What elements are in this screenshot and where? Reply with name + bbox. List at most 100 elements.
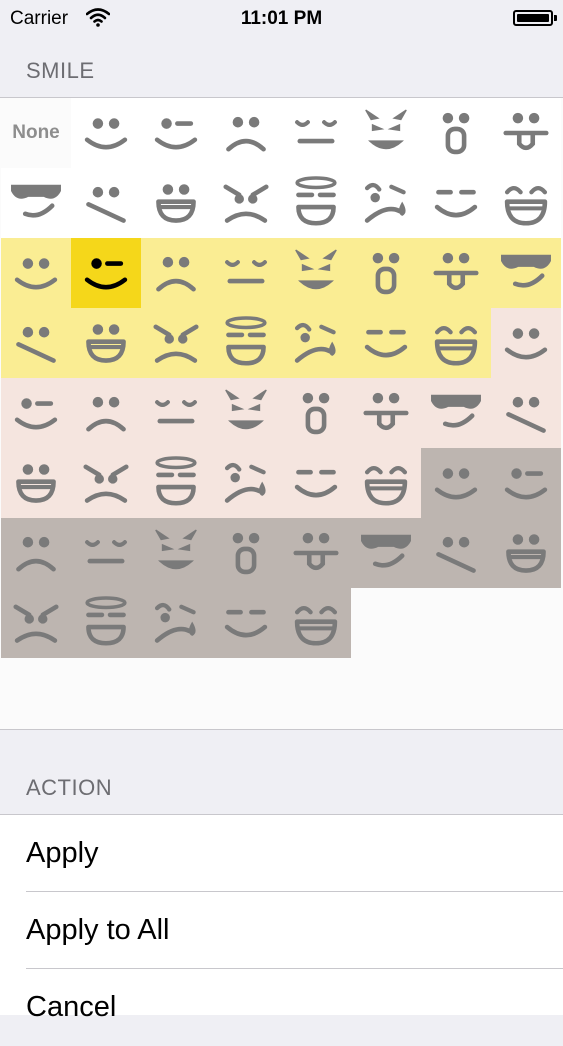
sleepy-icon <box>155 400 197 424</box>
smile-option-yellow-tongue[interactable] <box>421 238 491 308</box>
cancel-label: Cancel <box>26 991 117 1023</box>
surprised-icon <box>372 252 400 295</box>
smile-option-peach-surprised[interactable] <box>281 378 351 448</box>
surprised-icon <box>232 532 260 575</box>
wink-icon <box>14 398 58 430</box>
tongue-icon <box>293 532 339 571</box>
smile-option-peach-smile[interactable] <box>491 308 561 378</box>
content-icon <box>434 189 478 218</box>
cool-icon <box>361 534 411 568</box>
cool-icon <box>431 394 481 428</box>
smile-option-yellow-angry[interactable] <box>141 308 211 378</box>
smile-option-taupe-laugh[interactable] <box>281 588 351 658</box>
smile-option-white-content[interactable] <box>421 168 491 238</box>
smile-option-yellow-angel[interactable] <box>211 308 281 378</box>
smile-option-yellow-grin[interactable] <box>71 308 141 378</box>
angry-icon <box>83 464 129 503</box>
section-header-action: ACTION <box>26 775 113 800</box>
smile-option-taupe-sleepy[interactable] <box>71 518 141 588</box>
smile-option-yellow-content[interactable] <box>351 308 421 378</box>
smile-option-white-smile[interactable] <box>71 98 141 168</box>
smile-option-taupe-content[interactable] <box>211 588 281 658</box>
smile-option-yellow-laugh[interactable] <box>421 308 491 378</box>
surprised-icon <box>442 112 470 155</box>
smile-option-peach-devil[interactable] <box>211 378 281 448</box>
smile-option-white-angel[interactable] <box>281 168 351 238</box>
smile-option-white-angry[interactable] <box>211 168 281 238</box>
angel-icon <box>295 176 337 226</box>
apply-to-all-button[interactable]: Apply to All <box>0 892 563 969</box>
smile-option-taupe-sad[interactable] <box>1 518 71 588</box>
smile-option-white-laugh[interactable] <box>491 168 561 238</box>
smile-option-white-grin[interactable] <box>141 168 211 238</box>
smile-option-peach-tongue[interactable] <box>351 378 421 448</box>
smile-option-yellow-meh[interactable] <box>1 308 71 378</box>
smile-option-taupe-devil[interactable] <box>141 518 211 588</box>
smile-option-taupe-meh[interactable] <box>421 518 491 588</box>
sad-icon <box>16 536 56 572</box>
smile-option-white-sleepy[interactable] <box>281 98 351 168</box>
sad-icon <box>156 256 196 292</box>
smile-option-white-devil[interactable] <box>351 98 421 168</box>
smile-option-yellow-sad[interactable] <box>141 238 211 308</box>
smile-option-taupe-angry[interactable] <box>1 588 71 658</box>
smile-option-peach-grin[interactable] <box>1 448 71 518</box>
cool-icon <box>11 184 61 218</box>
smile-option-taupe-tongue[interactable] <box>281 518 351 588</box>
cancel-button[interactable]: Cancel <box>0 969 563 1046</box>
smile-icon <box>434 468 478 500</box>
battery-level <box>517 14 550 22</box>
none-label: None <box>12 122 60 143</box>
smile-option-taupe-crying[interactable] <box>141 588 211 658</box>
tongue-icon <box>433 252 479 291</box>
sleepy-icon <box>85 540 127 564</box>
smile-option-white-tongue[interactable] <box>491 98 561 168</box>
smile-option-yellow-smile[interactable] <box>1 238 71 308</box>
smile-option-peach-laugh[interactable] <box>351 448 421 518</box>
grin-icon <box>506 534 546 573</box>
angel-icon <box>85 596 127 646</box>
sad-icon <box>226 116 266 152</box>
smile-option-peach-cool[interactable] <box>421 378 491 448</box>
smile-option-yellow-sleepy[interactable] <box>211 238 281 308</box>
cool-icon <box>501 254 551 288</box>
smile-option-white-meh[interactable] <box>71 168 141 238</box>
smile-option-peach-crying[interactable] <box>211 448 281 518</box>
wink-icon <box>504 468 548 500</box>
smile-option-peach-angel[interactable] <box>141 448 211 518</box>
devil-icon <box>365 109 407 150</box>
smile-grid: None <box>0 97 563 730</box>
smile-option-peach-sleepy[interactable] <box>141 378 211 448</box>
content-icon <box>364 329 408 358</box>
smile-option-taupe-angel[interactable] <box>71 588 141 658</box>
none-option[interactable]: None <box>1 98 71 168</box>
smile-option-white-crying[interactable] <box>351 168 421 238</box>
smile-option-peach-angry[interactable] <box>71 448 141 518</box>
smile-option-peach-content[interactable] <box>281 448 351 518</box>
smile-icon <box>84 118 128 150</box>
smile-option-yellow-crying[interactable] <box>281 308 351 378</box>
angel-icon <box>225 316 267 366</box>
section-header-smile: SMILE <box>26 58 95 83</box>
smile-option-white-wink[interactable] <box>141 98 211 168</box>
smile-option-taupe-surprised[interactable] <box>211 518 281 588</box>
smile-option-peach-sad[interactable] <box>71 378 141 448</box>
smile-option-yellow-cool[interactable] <box>491 238 561 308</box>
smile-option-yellow-devil[interactable] <box>281 238 351 308</box>
smile-option-taupe-smile[interactable] <box>421 448 491 518</box>
smile-option-white-cool[interactable] <box>1 168 71 238</box>
smile-option-taupe-cool[interactable] <box>351 518 421 588</box>
smile-option-white-sad[interactable] <box>211 98 281 168</box>
apply-button[interactable]: Apply <box>0 815 563 892</box>
smile-option-peach-meh[interactable] <box>491 378 561 448</box>
smile-icon <box>504 328 548 360</box>
smile-option-taupe-wink[interactable] <box>491 448 561 518</box>
grin-icon <box>16 464 56 503</box>
smile-option-taupe-grin[interactable] <box>491 518 561 588</box>
smile-option-yellow-wink[interactable] <box>71 238 141 308</box>
smile-option-yellow-surprised[interactable] <box>351 238 421 308</box>
smile-option-white-surprised[interactable] <box>421 98 491 168</box>
smile-option-peach-wink[interactable] <box>1 378 71 448</box>
wink-icon <box>84 258 128 290</box>
sleepy-icon <box>295 120 337 144</box>
